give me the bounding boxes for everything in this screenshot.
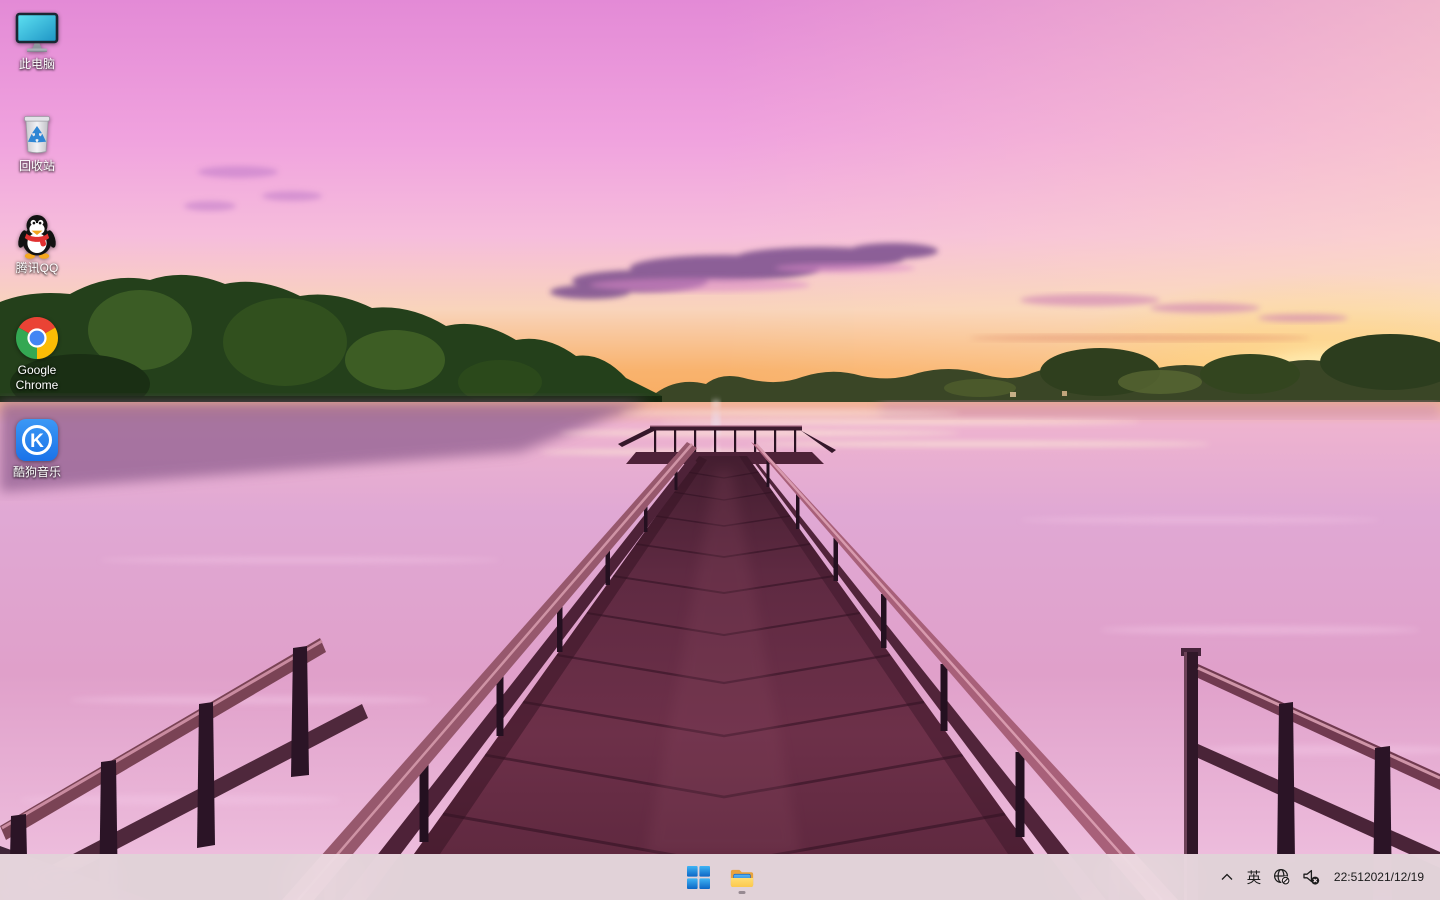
- desktop-icon-tencent-qq[interactable]: 腾讯QQ: [0, 212, 74, 276]
- tray-date: 2021/12/19: [1364, 870, 1424, 885]
- network-button[interactable]: [1268, 857, 1297, 897]
- taskbar-center-group: [678, 854, 762, 900]
- desktop: 此电脑 回收站: [0, 0, 1440, 900]
- system-tray: 英: [1214, 854, 1440, 900]
- recycle-bin-icon: [13, 110, 61, 158]
- desktop-icon-label: 此电脑: [19, 57, 55, 72]
- tray-time: 22:51: [1334, 870, 1364, 885]
- desktop-icon-label: 回收站: [19, 159, 55, 174]
- desktop-icon-label: Google Chrome: [0, 363, 74, 393]
- chevron-up-icon: [1220, 871, 1234, 883]
- hidden-icons-button[interactable]: [1214, 857, 1240, 897]
- globe-offline-icon: [1273, 868, 1291, 886]
- volume-button[interactable]: [1297, 857, 1326, 897]
- start-button[interactable]: [678, 857, 718, 897]
- desktop-icon-this-pc[interactable]: 此电脑: [0, 8, 74, 72]
- volume-muted-icon: [1302, 868, 1320, 886]
- file-explorer-button[interactable]: [722, 857, 762, 897]
- taskbar: 英: [0, 854, 1440, 900]
- ime-label: 英: [1247, 867, 1262, 888]
- desktop-icon-google-chrome[interactable]: Google Chrome: [0, 314, 74, 393]
- chrome-icon: [13, 314, 61, 362]
- kugou-icon: K: [13, 416, 61, 464]
- file-explorer-icon: [729, 866, 755, 889]
- windows-start-icon: [687, 866, 710, 889]
- qq-penguin-icon: [13, 212, 61, 260]
- ime-language-button[interactable]: 英: [1240, 857, 1268, 897]
- desktop-icon-label: 腾讯QQ: [16, 261, 59, 276]
- running-indicator: [739, 891, 746, 894]
- desktop-icon-label: 酷狗音乐: [13, 465, 61, 480]
- kugou-letter: K: [30, 431, 44, 452]
- desktop-icon-kugou-music[interactable]: K 酷狗音乐: [0, 416, 74, 480]
- clock[interactable]: 22:51 2021/12/19: [1330, 855, 1428, 899]
- wallpaper-pier-sunset: [0, 0, 1440, 900]
- desktop-icon-recycle-bin[interactable]: 回收站: [0, 110, 74, 174]
- this-pc-icon: [13, 8, 61, 56]
